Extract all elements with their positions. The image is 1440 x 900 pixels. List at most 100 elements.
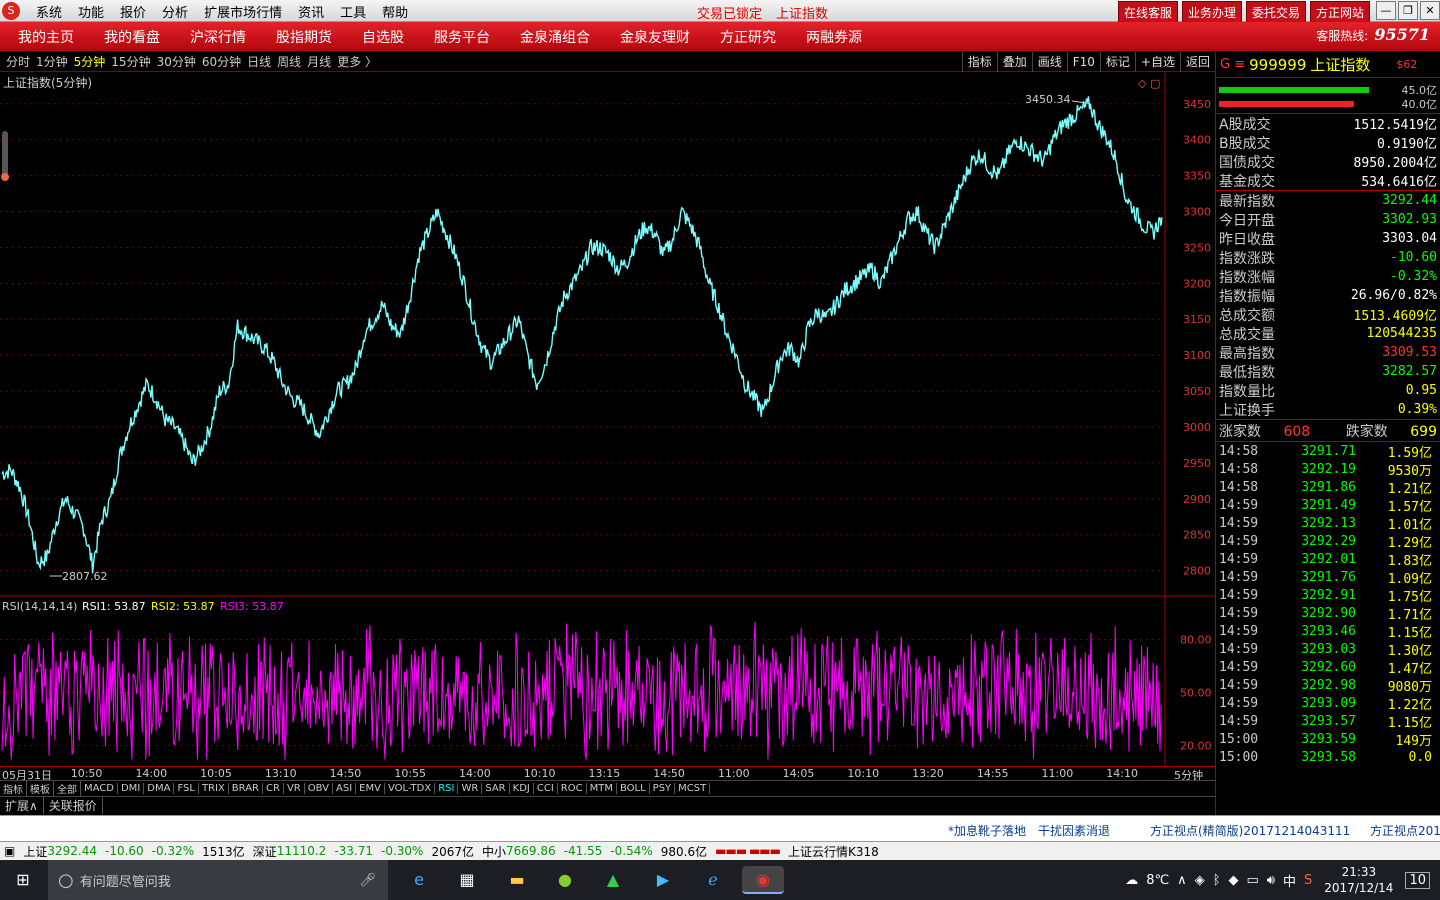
windows-start-icon[interactable]: ⊞ bbox=[8, 866, 38, 894]
tab-home[interactable]: 我的主页 bbox=[0, 27, 86, 47]
trade-button[interactable]: 委托交易 bbox=[1245, 1, 1306, 24]
tool-draw[interactable]: 画线 bbox=[1031, 52, 1067, 72]
weather-icon[interactable]: ☁ bbox=[1125, 873, 1138, 888]
zoom-slider[interactable] bbox=[2, 131, 8, 179]
minimize-icon[interactable]: — bbox=[1376, 1, 1396, 20]
tab-watch[interactable]: 我的看盘 bbox=[86, 27, 172, 47]
indicator-tab[interactable]: PSY bbox=[650, 783, 676, 794]
security-icon[interactable]: ◈ bbox=[1195, 873, 1205, 888]
app-taskbar-icon[interactable]: ◉ bbox=[742, 866, 784, 894]
ie-icon[interactable]: ℯ bbox=[698, 866, 728, 894]
indicator-tab[interactable]: 模板 bbox=[27, 781, 54, 796]
tool-mark[interactable]: 标记 bbox=[1099, 52, 1135, 72]
indicator-tab[interactable]: SAR bbox=[482, 783, 510, 794]
tab-finance[interactable]: 金泉友理财 bbox=[602, 27, 702, 47]
tab-research[interactable]: 方正研究 bbox=[702, 27, 788, 47]
business-button[interactable]: 业务办理 bbox=[1181, 1, 1242, 24]
tab-service[interactable]: 服务平台 bbox=[416, 27, 502, 47]
menu-analysis[interactable]: 分析 bbox=[162, 2, 188, 21]
news-item-1[interactable]: *加息靴子落地 bbox=[948, 822, 1026, 839]
tab-portfolio[interactable]: 金泉涌组合 bbox=[502, 27, 602, 47]
indicator-tab[interactable]: DMI bbox=[118, 783, 145, 794]
folder-icon[interactable]: ▬ bbox=[502, 866, 532, 894]
indicator-tab[interactable]: OBV bbox=[305, 783, 333, 794]
period-week[interactable]: 周线 bbox=[277, 53, 301, 70]
expand-button[interactable]: 扩展∧ bbox=[0, 797, 44, 814]
tool-add-favorite[interactable]: +自选 bbox=[1134, 52, 1180, 72]
network-icon[interactable]: ◆ bbox=[1229, 873, 1239, 888]
restore-icon[interactable]: ❐ bbox=[1398, 1, 1418, 20]
indicator-tab[interactable]: MTM bbox=[587, 783, 617, 794]
cloud-quote[interactable]: 上证云行情K318 bbox=[788, 843, 879, 860]
taskbar-search[interactable]: ○ 有问题尽管问我 🎤︎ bbox=[48, 860, 388, 900]
indicator-tab[interactable]: CCI bbox=[534, 783, 558, 794]
tab-favorites[interactable]: 自选股 bbox=[344, 27, 416, 47]
news-item-2[interactable]: 干扰因素消退 bbox=[1038, 822, 1110, 839]
indicator-tab[interactable]: MACD bbox=[81, 783, 118, 794]
indicator-tab[interactable]: WR bbox=[458, 783, 483, 794]
period-1min[interactable]: 1分钟 bbox=[36, 53, 68, 70]
online-service-button[interactable]: 在线客服 bbox=[1117, 1, 1178, 24]
sogou-icon[interactable]: S bbox=[1304, 873, 1312, 888]
microphone-icon[interactable]: 🎤︎ bbox=[359, 873, 376, 888]
indicator-tab[interactable]: VOL-TDX bbox=[385, 783, 436, 794]
menu-quote[interactable]: 报价 bbox=[120, 2, 146, 21]
indicator-tab[interactable]: DMA bbox=[144, 783, 175, 794]
period-timeshare[interactable]: 分时 bbox=[6, 53, 30, 70]
menu-system[interactable]: 系统 bbox=[36, 2, 62, 21]
clock[interactable]: 21:33 2017/12/14 bbox=[1324, 864, 1393, 896]
period-60min[interactable]: 60分钟 bbox=[202, 53, 241, 70]
tab-futures[interactable]: 股指期货 bbox=[258, 27, 344, 47]
menu-ext-market[interactable]: 扩展市场行情 bbox=[204, 2, 282, 21]
indicator-tab[interactable]: BRAR bbox=[229, 783, 263, 794]
tab-market[interactable]: 沪深行情 bbox=[172, 27, 258, 47]
indicator-tab[interactable]: CR bbox=[263, 783, 284, 794]
period-day[interactable]: 日线 bbox=[247, 53, 271, 70]
tab-margin[interactable]: 两融券源 bbox=[788, 27, 874, 47]
news-item-4[interactable]: 方正视点201 bbox=[1370, 822, 1440, 839]
period-30min[interactable]: 30分钟 bbox=[157, 53, 196, 70]
website-button[interactable]: 方正网站 bbox=[1309, 1, 1370, 24]
notification-count[interactable]: 10 bbox=[1405, 871, 1430, 889]
indicator-tab[interactable]: 全部 bbox=[54, 781, 81, 796]
bluetooth-icon[interactable]: ᛒ bbox=[1213, 873, 1221, 888]
zoom-slider-handle[interactable] bbox=[1, 173, 9, 181]
store-icon[interactable]: ▦ bbox=[452, 866, 482, 894]
photos-icon[interactable]: ▲ bbox=[598, 866, 628, 894]
edge-icon[interactable]: e bbox=[404, 866, 434, 894]
battery-icon[interactable]: ▭ bbox=[1247, 873, 1259, 888]
close-icon[interactable]: ✕ bbox=[1420, 1, 1440, 20]
indicator-tab[interactable]: 指标 bbox=[0, 781, 27, 796]
indicator-tab[interactable]: MCST bbox=[675, 783, 711, 794]
news-item-3[interactable]: 方正视点(精简版)20171214043111 bbox=[1150, 822, 1350, 839]
indicator-tab[interactable]: EMV bbox=[356, 783, 385, 794]
period-more[interactable]: 更多 〉 bbox=[337, 53, 377, 70]
tool-overlay[interactable]: 叠加 bbox=[996, 52, 1032, 72]
indicator-tab[interactable]: ROC bbox=[558, 783, 587, 794]
indicator-tab[interactable]: ASI bbox=[333, 783, 357, 794]
volume-icon[interactable]: 🔊︎ bbox=[1267, 873, 1275, 888]
tool-back[interactable]: 返回 bbox=[1179, 52, 1215, 72]
tool-indicator[interactable]: 指标 bbox=[961, 52, 997, 72]
indicator-tab[interactable]: RSI bbox=[435, 783, 459, 794]
period-15min[interactable]: 15分钟 bbox=[111, 53, 150, 70]
menu-help[interactable]: 帮助 bbox=[382, 2, 408, 21]
related-quote-button[interactable]: 关联报价 bbox=[44, 797, 103, 814]
kline-chart[interactable]: 2800 2850 2900 2950 3000 3050 3100 3150 3200 3250… bbox=[0, 73, 1215, 766]
tray-expand-icon[interactable]: ∧ bbox=[1177, 873, 1187, 888]
browser-icon[interactable]: ● bbox=[550, 866, 580, 894]
chart-option-icon[interactable]: ◇ ▢ bbox=[1138, 77, 1160, 90]
indicator-tab[interactable]: KDJ bbox=[510, 783, 534, 794]
indicator-tab[interactable]: BOLL bbox=[617, 783, 650, 794]
indicator-tab[interactable]: VR bbox=[284, 783, 305, 794]
menu-info[interactable]: 资讯 bbox=[298, 2, 324, 21]
video-icon[interactable]: ▶ bbox=[648, 866, 678, 894]
menu-tools[interactable]: 工具 bbox=[340, 2, 366, 21]
indicator-tab[interactable]: FSL bbox=[174, 783, 199, 794]
ime-indicator[interactable]: 中 bbox=[1283, 871, 1296, 890]
tick-list[interactable]: 14:58 3291.71 1.59亿 14:58 3292.19 9530万 14:58 3… bbox=[1216, 442, 1440, 766]
period-month[interactable]: 月线 bbox=[307, 53, 331, 70]
menu-function[interactable]: 功能 bbox=[78, 2, 104, 21]
tool-f10[interactable]: F10 bbox=[1066, 52, 1100, 72]
indicator-tab[interactable]: TRIX bbox=[199, 783, 229, 794]
